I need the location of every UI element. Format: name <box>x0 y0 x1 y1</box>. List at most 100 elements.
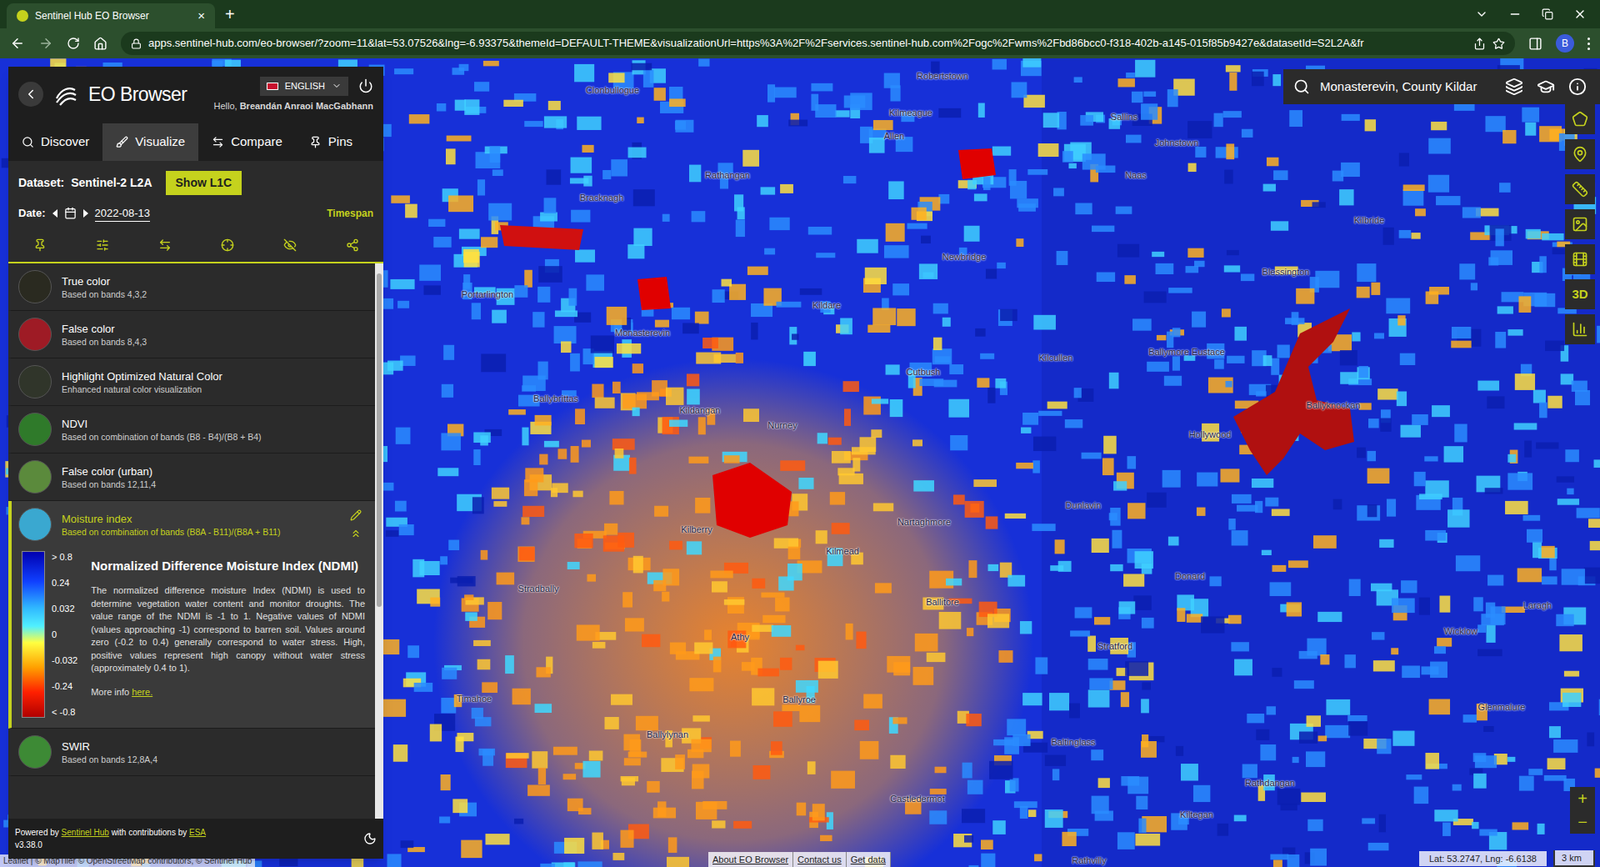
statistics-icon <box>1571 320 1589 338</box>
3d-button[interactable]: 3D <box>1565 279 1595 310</box>
zoom-out-button[interactable]: − <box>1570 810 1595 834</box>
place-label: Ballylynan <box>646 727 689 742</box>
layer-description: Based on bands 12,8A,4 <box>61 753 369 765</box>
address-bar[interactable]: apps.sentinel-hub.com/eo-browser/?zoom=1… <box>120 31 1515 55</box>
share-icon[interactable] <box>345 238 360 252</box>
reload-icon[interactable] <box>66 36 80 50</box>
menu-icon[interactable] <box>1587 37 1590 50</box>
share-page-icon[interactable] <box>1473 37 1486 50</box>
layer-item[interactable]: False colorBased on bands 8,4,3 <box>8 310 375 359</box>
place-label: Timahoe <box>456 691 492 706</box>
map-tool-button[interactable] <box>1565 244 1595 275</box>
footer-link[interactable]: Contact us <box>793 851 847 867</box>
settings-icon[interactable] <box>95 238 110 252</box>
layer-item[interactable]: NDVIBased on combination of bands (B8 - … <box>8 405 375 454</box>
place-label: Ballyknockan <box>1306 398 1361 413</box>
layer-toolbar <box>8 228 384 264</box>
flag-icon <box>266 82 279 90</box>
sidebar-header: EO BrowserENGLISHHello, Breandán Anraoi … <box>8 66 384 124</box>
new-tab-button[interactable]: + <box>215 1 245 27</box>
map-top-bar: Monasterevin, County Kildar <box>1283 69 1600 105</box>
place-label: Cutbush <box>906 365 941 380</box>
close-tab-button[interactable]: × <box>197 6 205 26</box>
place-label: Stratford <box>1097 639 1133 654</box>
pin-icon[interactable] <box>33 238 47 252</box>
scrollbar[interactable] <box>375 263 384 819</box>
layer-thumbnail-icon <box>18 735 52 769</box>
layer-item[interactable]: SWIRBased on bands 12,8A,4 <box>8 728 375 776</box>
more-info-link[interactable]: here. <box>131 686 153 697</box>
sidebar: EO BrowserENGLISHHello, Breandán Anraoi … <box>8 66 384 859</box>
date-value[interactable]: 2022-08-13 <box>95 205 151 223</box>
app-logo-text: EO Browser <box>88 80 187 110</box>
browser-tab[interactable]: Sentinel Hub EO Browser× <box>6 3 215 29</box>
close-window-icon[interactable] <box>1573 7 1587 21</box>
zoom-controls: +− <box>1570 786 1595 834</box>
info-icon[interactable] <box>1568 77 1587 96</box>
location-icon <box>1571 145 1589 163</box>
side-panel-icon[interactable] <box>1528 36 1543 51</box>
forward-icon[interactable] <box>38 35 54 51</box>
footer-link[interactable]: Get data <box>846 851 891 867</box>
location-search[interactable]: Monasterevin, County Kildar <box>1283 77 1492 97</box>
place-label: Kilcullen <box>1039 350 1074 365</box>
layer-thumbnail-icon <box>18 317 52 351</box>
layer-item[interactable]: False color (urban)Based on bands 12,11,… <box>8 453 375 501</box>
bookmark-icon[interactable] <box>1492 37 1505 50</box>
collapse-icon[interactable] <box>350 527 362 540</box>
map-tool-button[interactable] <box>1565 314 1595 345</box>
profile-avatar[interactable]: B <box>1555 34 1575 53</box>
place-label: Baltinglass <box>1050 735 1095 750</box>
sidebar-tab[interactable]: Visualize <box>102 123 199 161</box>
zoom-to-tile-icon[interactable] <box>220 238 235 252</box>
tutorial-icon[interactable] <box>1536 77 1555 96</box>
home-icon[interactable] <box>93 36 108 51</box>
map-tool-button[interactable] <box>1565 139 1595 170</box>
legend-label: -0.032 <box>51 655 78 665</box>
show-l1c-button[interactable]: Show L1C <box>165 170 243 195</box>
language-select[interactable]: ENGLISH <box>260 76 349 96</box>
map-tool-button[interactable] <box>1565 174 1595 205</box>
place-label: Ballitore <box>925 595 960 610</box>
dropdown-icon <box>331 80 342 91</box>
previous-date-icon[interactable] <box>52 209 58 218</box>
legend-color-bar <box>21 550 45 718</box>
map-tool-button[interactable] <box>1565 209 1595 240</box>
collapse-button[interactable] <box>18 81 44 107</box>
restore-icon[interactable] <box>1541 8 1554 20</box>
zoom-in-button[interactable]: + <box>1570 786 1595 810</box>
layer-description: Based on bands 12,11,4 <box>61 478 369 490</box>
power-icon[interactable] <box>358 78 374 94</box>
hide-icon[interactable] <box>283 238 297 252</box>
sidebar-tab[interactable]: Compare <box>198 123 296 161</box>
place-label: Kiltegan <box>1180 807 1214 822</box>
timespan-toggle[interactable]: Timespan <box>326 205 374 221</box>
place-label: Dunlavin <box>1065 498 1102 513</box>
scale-bar: 3 km <box>1553 850 1595 867</box>
tab-search-icon[interactable] <box>1475 7 1489 21</box>
measure-icon <box>1571 180 1589 198</box>
map-tool-button[interactable] <box>1565 104 1595 135</box>
legend-label: 0.032 <box>51 603 78 614</box>
layer-item[interactable]: Highlight Optimized Natural ColorEnhance… <box>8 358 375 406</box>
place-label: Blessington <box>1262 265 1310 280</box>
calendar-icon[interactable] <box>64 206 77 220</box>
place-label: Laragh <box>1523 598 1552 613</box>
layer-item[interactable]: Moisture indexBased on combination of ba… <box>8 500 375 729</box>
legend-panel: > 0.80.240.0320-0.032-0.24< -0.8Normaliz… <box>11 547 375 728</box>
layers-icon[interactable] <box>1505 77 1524 96</box>
layer-item[interactable]: True colorBased on bands 4,3,2 <box>8 263 375 311</box>
legend-label: -0.24 <box>51 680 78 691</box>
place-label: Ballybrittas <box>533 391 579 406</box>
sidebar-tab[interactable]: Pins <box>295 123 366 161</box>
compare-icon[interactable] <box>158 238 172 252</box>
minimize-icon[interactable] <box>1508 7 1522 21</box>
search-icon <box>1293 78 1310 95</box>
footer-link[interactable]: About EO Browser <box>708 851 794 867</box>
edit-icon[interactable] <box>350 509 362 521</box>
sidebar-tab[interactable]: Discover <box>8 123 103 161</box>
next-date-icon[interactable] <box>83 209 89 218</box>
tab-icon <box>115 135 129 149</box>
theme-icon[interactable] <box>363 831 377 845</box>
back-icon[interactable] <box>10 35 25 51</box>
